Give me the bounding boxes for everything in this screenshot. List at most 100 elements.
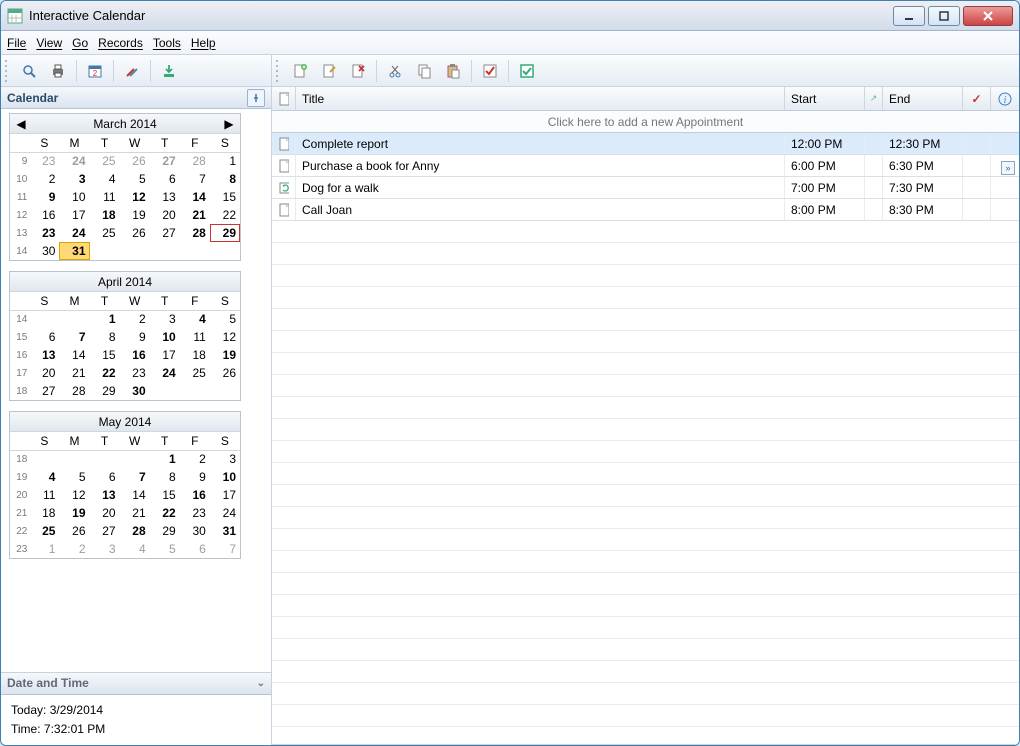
calendar-day[interactable]: 11 (29, 486, 59, 504)
calendar-day[interactable]: 9 (29, 188, 59, 206)
datetime-panel-header[interactable]: Date and Time ⌄ (1, 673, 271, 695)
calendar-day[interactable]: 23 (29, 152, 59, 170)
calendar-day[interactable]: 28 (180, 152, 210, 170)
calendar-day[interactable]: 24 (59, 152, 89, 170)
calendar-day[interactable]: 26 (120, 152, 150, 170)
titlebar[interactable]: Interactive Calendar (1, 1, 1019, 31)
calendar-day[interactable]: 21 (59, 364, 89, 382)
calendar-day[interactable] (150, 382, 180, 400)
calendar-day[interactable]: 21 (120, 504, 150, 522)
calendar-day[interactable]: 4 (90, 170, 120, 188)
menu-view[interactable]: View (36, 36, 62, 50)
expand-handle[interactable]: » (1001, 161, 1015, 175)
calendar-day[interactable]: 10 (210, 468, 240, 486)
calendar-day[interactable]: 7 (180, 170, 210, 188)
col-info[interactable]: i (991, 87, 1019, 110)
calendar-day[interactable]: 28 (59, 382, 89, 400)
calendar-day[interactable]: 6 (29, 328, 59, 346)
calendar-day[interactable]: 8 (150, 468, 180, 486)
calendar-day[interactable]: 27 (150, 152, 180, 170)
calendar-day[interactable]: 15 (150, 486, 180, 504)
calendar-day[interactable]: 30 (180, 522, 210, 540)
calendar-day[interactable]: 3 (210, 450, 240, 468)
paste-button[interactable] (440, 58, 466, 84)
calendar-day[interactable]: 5 (59, 468, 89, 486)
calendar-day[interactable]: 15 (90, 346, 120, 364)
calendar-day[interactable]: 2 (180, 450, 210, 468)
calendar-day[interactable]: 10 (59, 188, 89, 206)
calendar-day[interactable] (90, 242, 120, 260)
minimize-button[interactable] (893, 6, 925, 26)
calendar-day[interactable]: 23 (180, 504, 210, 522)
prev-month-button[interactable]: ◀ (14, 117, 28, 131)
calendar-day[interactable]: 6 (150, 170, 180, 188)
close-button[interactable] (963, 6, 1013, 26)
calendar-day[interactable]: 18 (90, 206, 120, 224)
calendar-day[interactable]: 2 (29, 170, 59, 188)
calendar-day[interactable]: 18 (29, 504, 59, 522)
tools-button[interactable] (119, 58, 145, 84)
col-complete[interactable]: ✓ (963, 87, 991, 110)
appointment-row[interactable]: Complete report12:00 PM12:30 PM (272, 133, 1019, 155)
calendar-day[interactable]: 8 (90, 328, 120, 346)
calendar-day[interactable] (180, 242, 210, 260)
calendar-day[interactable]: 22 (150, 504, 180, 522)
calendar-day[interactable]: 1 (150, 450, 180, 468)
calendar-day[interactable]: 20 (90, 504, 120, 522)
calendar-day[interactable] (210, 382, 240, 400)
calendar-day[interactable]: 12 (59, 486, 89, 504)
calendar-day[interactable]: 9 (120, 328, 150, 346)
calendar-day[interactable]: 16 (29, 206, 59, 224)
appointment-row[interactable]: Dog for a walk7:00 PM7:30 PM (272, 177, 1019, 199)
calendar-day[interactable] (120, 242, 150, 260)
calendar-day[interactable] (120, 450, 150, 468)
calendar-day[interactable]: 29 (150, 522, 180, 540)
copy-button[interactable] (411, 58, 437, 84)
toolbar-grip[interactable] (5, 60, 11, 82)
calendar-day[interactable]: 26 (210, 364, 240, 382)
menu-help[interactable]: Help (191, 36, 216, 50)
calendar-day[interactable]: 11 (180, 328, 210, 346)
print-button[interactable] (45, 58, 71, 84)
new-appointment-row[interactable]: Click here to add a new Appointment (272, 111, 1019, 133)
col-start[interactable]: Start (785, 87, 865, 110)
calendar-day[interactable]: 25 (90, 152, 120, 170)
appointment-row[interactable]: Call Joan8:00 PM8:30 PM (272, 199, 1019, 221)
calendar-day[interactable]: 2 (59, 540, 89, 558)
calendar-day[interactable]: 7 (210, 540, 240, 558)
calendar-day[interactable]: 13 (90, 486, 120, 504)
calendar-day[interactable]: 20 (29, 364, 59, 382)
calendar-day[interactable]: 2 (120, 310, 150, 328)
calendar-day[interactable]: 7 (59, 328, 89, 346)
calendar-day[interactable]: 16 (120, 346, 150, 364)
today-button[interactable]: 2 (82, 58, 108, 84)
calendar-day[interactable]: 9 (180, 468, 210, 486)
calendar-day[interactable]: 17 (59, 206, 89, 224)
calendar-day[interactable]: 1 (90, 310, 120, 328)
calendar-day[interactable]: 29 (90, 382, 120, 400)
calendar-day[interactable]: 14 (120, 486, 150, 504)
calendar-day[interactable]: 5 (150, 540, 180, 558)
calendar-day[interactable] (210, 242, 240, 260)
calendar-day[interactable]: 24 (150, 364, 180, 382)
calendar-day[interactable] (29, 450, 59, 468)
maximize-button[interactable] (928, 6, 960, 26)
calendar-day[interactable]: 10 (150, 328, 180, 346)
calendar-day[interactable]: 17 (150, 346, 180, 364)
calendar-day[interactable] (90, 450, 120, 468)
calendar-day[interactable]: 8 (210, 170, 240, 188)
calendar-day[interactable]: 26 (120, 224, 150, 242)
col-title[interactable]: Title (296, 87, 785, 110)
calendar-day[interactable]: 6 (180, 540, 210, 558)
toolbar-grip[interactable] (276, 60, 282, 82)
complete-button[interactable] (477, 58, 503, 84)
calendar-day[interactable]: 25 (29, 522, 59, 540)
pin-button[interactable] (247, 89, 265, 107)
menu-tools[interactable]: Tools (153, 36, 181, 50)
calendar-day[interactable]: 19 (120, 206, 150, 224)
new-record-button[interactable] (287, 58, 313, 84)
calendar-day[interactable]: 20 (150, 206, 180, 224)
calendar-day[interactable]: 28 (180, 224, 210, 242)
calendar-day[interactable]: 3 (90, 540, 120, 558)
menu-file[interactable]: File (7, 36, 26, 50)
